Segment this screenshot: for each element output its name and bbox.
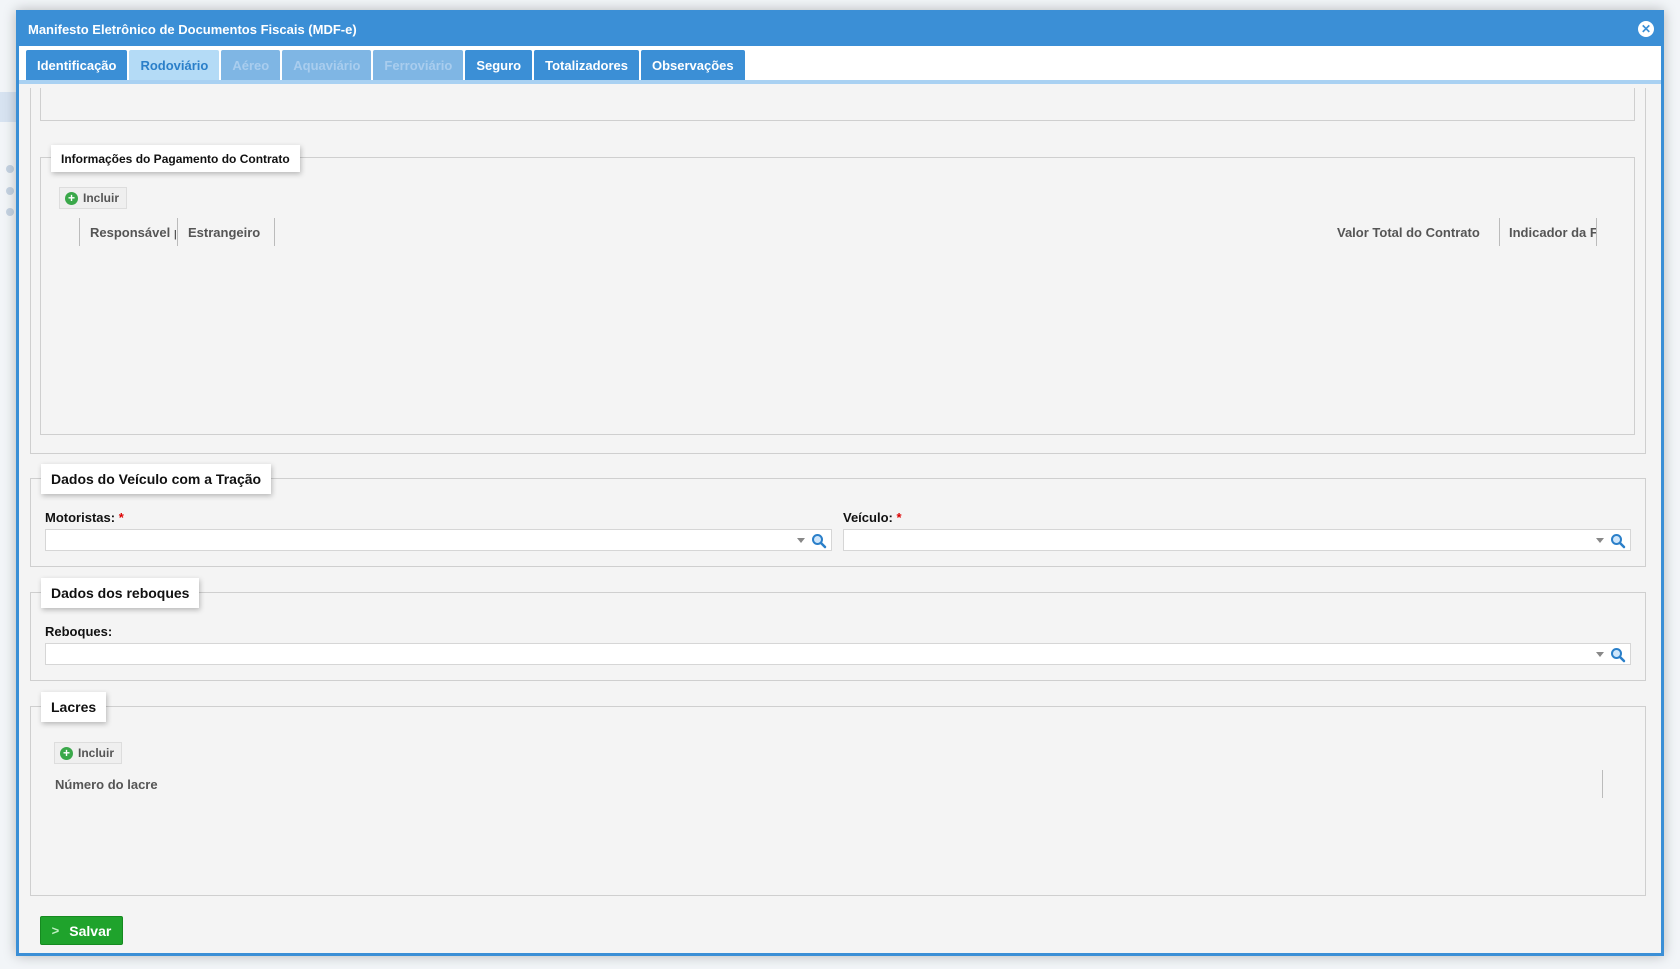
chevron-down-icon[interactable] [797, 538, 805, 543]
background-dot [6, 165, 14, 173]
plus-icon: + [60, 746, 73, 760]
tab-aereo: Aéreo [221, 50, 281, 80]
veiculo-label-text: Veículo: [843, 510, 893, 525]
save-button[interactable]: > Salvar [40, 916, 123, 945]
required-mark: * [118, 510, 124, 525]
mdfe-modal: Manifesto Eletrônico de Documentos Fisca… [16, 10, 1664, 956]
lacres-panel: Lacres + Incluir Número do lacre [30, 692, 1646, 896]
column-header-responsavel[interactable]: Responsável pelo pagamento [90, 225, 176, 240]
tab-totalizadores[interactable]: Totalizadores [534, 50, 639, 80]
tab-ferroviario: Ferroviário [373, 50, 464, 80]
veiculo-tracao-panel: Dados do Veículo com a Tração Motoristas… [30, 464, 1646, 567]
tab-rodoviario[interactable]: Rodoviário [129, 50, 220, 80]
chevron-down-icon[interactable] [1596, 538, 1604, 543]
close-icon[interactable]: ✕ [1638, 21, 1654, 37]
column-separator [79, 218, 80, 246]
pagamento-incluir-button[interactable]: + Incluir [59, 187, 128, 209]
motoristas-label-text: Motoristas: [45, 510, 116, 525]
chevron-down-icon[interactable] [1596, 652, 1604, 657]
pagamento-panel: Informações do Pagamento do Contrato + I… [40, 145, 1635, 435]
modal-content: Informações do Pagamento do Contrato + I… [30, 88, 1650, 953]
modal-title: Manifesto Eletrônico de Documentos Fisca… [28, 22, 357, 37]
plus-icon: + [65, 191, 78, 205]
pagamento-legend: Informações do Pagamento do Contrato [51, 145, 300, 172]
lacres-incluir-button[interactable]: + Incluir [54, 742, 123, 764]
column-header-valor-total[interactable]: Valor Total do Contrato [1337, 225, 1482, 240]
incluir-label: Incluir [83, 191, 120, 205]
tab-seguro[interactable]: Seguro [465, 50, 533, 80]
reboques-panel: Dados dos reboques Reboques: [30, 578, 1646, 681]
reboques-combo[interactable] [45, 643, 1631, 665]
veiculo-label: Veículo: * [843, 510, 902, 525]
tab-identificacao[interactable]: Identificação [26, 50, 128, 80]
column-separator [1499, 218, 1500, 246]
lacres-legend: Lacres [41, 692, 107, 722]
tabs-bar: Identificação Rodoviário Aéreo Aquaviári… [19, 46, 1661, 84]
required-mark: * [896, 510, 902, 525]
reboques-label: Reboques: [45, 624, 113, 639]
veiculo-combo[interactable] [843, 529, 1631, 551]
motoristas-combo[interactable] [45, 529, 832, 551]
tab-aquaviario: Aquaviário [282, 50, 372, 80]
column-separator [1596, 218, 1597, 246]
background-dot [6, 187, 14, 195]
column-header-indicador[interactable]: Indicador da Forma de Pagamento [1509, 225, 1597, 240]
search-icon[interactable] [1610, 533, 1626, 549]
background-dot [6, 208, 14, 216]
column-separator [274, 218, 275, 246]
search-icon[interactable] [811, 533, 827, 549]
column-header-estrangeiro[interactable]: Estrangeiro [188, 225, 278, 240]
chevron-right-icon: > [51, 923, 60, 938]
column-separator [177, 218, 178, 246]
reboques-legend: Dados dos reboques [41, 578, 200, 608]
veiculo-tracao-legend: Dados do Veículo com a Tração [41, 464, 272, 494]
incluir-label: Incluir [78, 746, 115, 760]
column-separator [1602, 770, 1603, 798]
tab-observacoes[interactable]: Observações [640, 50, 745, 80]
column-header-numero-lacre[interactable]: Número do lacre [55, 777, 158, 792]
motoristas-label: Motoristas: * [45, 510, 124, 525]
search-icon[interactable] [1610, 647, 1626, 663]
modal-header: Manifesto Eletrônico de Documentos Fisca… [19, 13, 1661, 46]
save-label: Salvar [69, 922, 112, 939]
